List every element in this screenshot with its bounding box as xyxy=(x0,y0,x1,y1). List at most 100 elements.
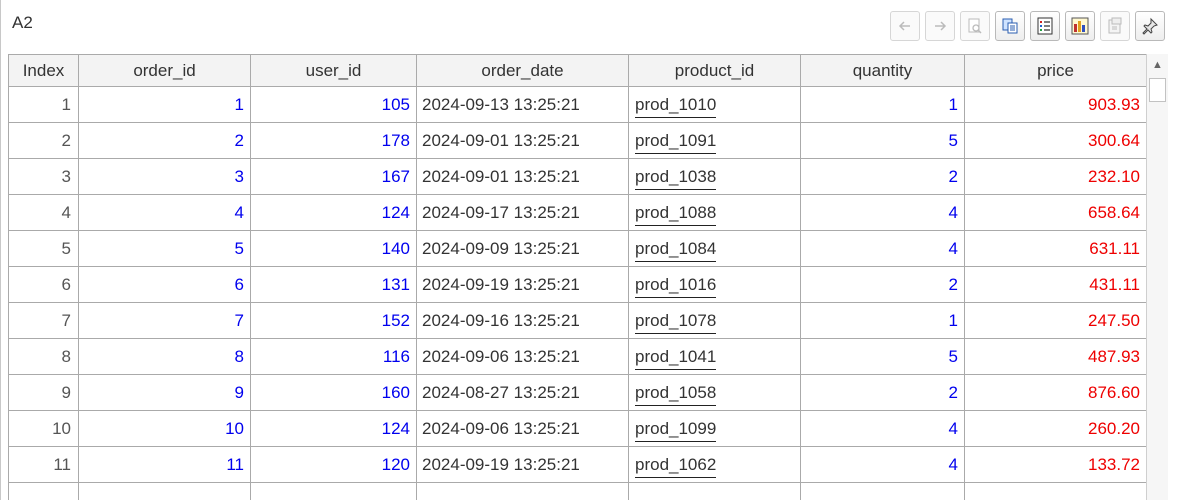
table-row[interactable] xyxy=(8,482,1146,500)
cell-order-date[interactable]: 2024-09-16 13:25:21 xyxy=(416,302,629,339)
cell-user-id[interactable]: 140 xyxy=(250,230,417,267)
table-row[interactable]: 4 4 124 2024-09-17 13:25:21 prod_1088 4 658.64 xyxy=(8,194,1146,231)
cell-product-id[interactable]: prod_1058 xyxy=(628,374,801,411)
table-row[interactable]: 9 9 160 2024-08-27 13:25:21 prod_1058 2 876.60 xyxy=(8,374,1146,411)
cell-order-date[interactable]: 2024-09-01 13:25:21 xyxy=(416,122,629,159)
cell-index[interactable]: 9 xyxy=(8,374,79,411)
scroll-up-icon[interactable]: ▲ xyxy=(1147,54,1168,76)
product-link[interactable]: prod_1084 xyxy=(635,238,717,262)
table-row[interactable]: 8 8 116 2024-09-06 13:25:21 prod_1041 5 487.93 xyxy=(8,338,1146,375)
cell-order-id[interactable]: 4 xyxy=(78,194,251,231)
product-link[interactable]: prod_1099 xyxy=(635,418,717,442)
cell-order-date[interactable]: 2024-09-13 13:25:21 xyxy=(416,86,629,123)
cell-order-id[interactable]: 8 xyxy=(78,338,251,375)
product-link[interactable]: prod_1062 xyxy=(635,454,717,478)
cell-order-date[interactable]: 2024-09-17 13:25:21 xyxy=(416,194,629,231)
product-link[interactable]: prod_1016 xyxy=(635,274,717,298)
cell-product-id[interactable]: prod_1010 xyxy=(628,86,801,123)
cell-product-id[interactable]: prod_1038 xyxy=(628,158,801,195)
cell-price[interactable]: 232.10 xyxy=(964,158,1146,195)
table-row[interactable]: 5 5 140 2024-09-09 13:25:21 prod_1084 4 631.11 xyxy=(8,230,1146,267)
cell-quantity[interactable]: 4 xyxy=(800,410,965,447)
cell-price[interactable]: 487.93 xyxy=(964,338,1146,375)
cell-order-date[interactable]: 2024-09-06 13:25:21 xyxy=(416,338,629,375)
chart-button[interactable] xyxy=(1065,11,1095,41)
forward-button[interactable] xyxy=(925,11,955,41)
table-row[interactable]: 10 10 124 2024-09-06 13:25:21 prod_1099 4 260.… xyxy=(8,410,1146,447)
cell-order-id[interactable]: 10 xyxy=(78,410,251,447)
zoom-button[interactable] xyxy=(960,11,990,41)
cell-user-id[interactable]: 178 xyxy=(250,122,417,159)
cell-product-id[interactable]: prod_1091 xyxy=(628,122,801,159)
table-row[interactable]: 3 3 167 2024-09-01 13:25:21 prod_1038 2 232.10 xyxy=(8,158,1146,195)
cell-order-date[interactable]: 2024-08-27 13:25:21 xyxy=(416,374,629,411)
cell-order-id[interactable]: 3 xyxy=(78,158,251,195)
export-button[interactable] xyxy=(1100,11,1130,41)
column-header-index[interactable]: Index xyxy=(8,54,79,87)
cell-user-id[interactable]: 120 xyxy=(250,446,417,483)
cell-price[interactable]: 247.50 xyxy=(964,302,1146,339)
cell-product-id[interactable]: prod_1016 xyxy=(628,266,801,303)
cell-quantity[interactable]: 4 xyxy=(800,446,965,483)
cell-price[interactable]: 631.11 xyxy=(964,230,1146,267)
cell-index[interactable]: 7 xyxy=(8,302,79,339)
cell-order-id[interactable]: 7 xyxy=(78,302,251,339)
cell-quantity[interactable]: 2 xyxy=(800,374,965,411)
table-row[interactable]: 6 6 131 2024-09-19 13:25:21 prod_1016 2 431.11 xyxy=(8,266,1146,303)
cell-product-id[interactable]: prod_1078 xyxy=(628,302,801,339)
cell-order-id[interactable] xyxy=(78,482,251,500)
column-header-user-id[interactable]: user_id xyxy=(250,54,417,87)
cell-product-id[interactable] xyxy=(628,482,801,500)
cell-index[interactable]: 4 xyxy=(8,194,79,231)
cell-index[interactable]: 10 xyxy=(8,410,79,447)
copy-button[interactable] xyxy=(995,11,1025,41)
product-link[interactable]: prod_1088 xyxy=(635,202,717,226)
product-link[interactable]: prod_1058 xyxy=(635,382,717,406)
cell-order-date[interactable] xyxy=(416,482,629,500)
cell-price[interactable]: 260.20 xyxy=(964,410,1146,447)
cell-index[interactable] xyxy=(8,482,79,500)
table-row[interactable]: 11 11 120 2024-09-19 13:25:21 prod_1062 4 133.… xyxy=(8,446,1146,483)
cell-quantity[interactable]: 1 xyxy=(800,86,965,123)
cell-quantity[interactable]: 4 xyxy=(800,230,965,267)
product-link[interactable]: prod_1091 xyxy=(635,130,717,154)
cell-product-id[interactable]: prod_1041 xyxy=(628,338,801,375)
cell-order-date[interactable]: 2024-09-09 13:25:21 xyxy=(416,230,629,267)
vertical-scrollbar[interactable]: ▲ xyxy=(1146,54,1168,500)
pin-button[interactable] xyxy=(1135,11,1165,41)
table-row[interactable]: 2 2 178 2024-09-01 13:25:21 prod_1091 5 300.64 xyxy=(8,122,1146,159)
cell-user-id[interactable]: 131 xyxy=(250,266,417,303)
cell-quantity[interactable] xyxy=(800,482,965,500)
cell-user-id[interactable]: 160 xyxy=(250,374,417,411)
cell-index[interactable]: 8 xyxy=(8,338,79,375)
cell-user-id[interactable]: 167 xyxy=(250,158,417,195)
cell-price[interactable] xyxy=(964,482,1146,500)
cell-quantity[interactable]: 5 xyxy=(800,338,965,375)
cell-index[interactable]: 11 xyxy=(8,446,79,483)
product-link[interactable]: prod_1038 xyxy=(635,166,717,190)
column-header-price[interactable]: price xyxy=(964,54,1146,87)
column-header-quantity[interactable]: quantity xyxy=(800,54,965,87)
cell-product-id[interactable]: prod_1088 xyxy=(628,194,801,231)
product-link[interactable]: prod_1078 xyxy=(635,310,717,334)
cell-index[interactable]: 6 xyxy=(8,266,79,303)
cell-user-id[interactable]: 124 xyxy=(250,410,417,447)
cell-user-id[interactable]: 124 xyxy=(250,194,417,231)
cell-price[interactable]: 903.93 xyxy=(964,86,1146,123)
cell-order-id[interactable]: 2 xyxy=(78,122,251,159)
product-link[interactable]: prod_1010 xyxy=(635,94,717,118)
cell-price[interactable]: 431.11 xyxy=(964,266,1146,303)
cell-product-id[interactable]: prod_1099 xyxy=(628,410,801,447)
cell-user-id[interactable] xyxy=(250,482,417,500)
cell-price[interactable]: 658.64 xyxy=(964,194,1146,231)
scroll-thumb[interactable] xyxy=(1149,78,1166,102)
back-button[interactable] xyxy=(890,11,920,41)
cell-order-id[interactable]: 9 xyxy=(78,374,251,411)
cell-order-id[interactable]: 5 xyxy=(78,230,251,267)
cell-product-id[interactable]: prod_1062 xyxy=(628,446,801,483)
cell-user-id[interactable]: 116 xyxy=(250,338,417,375)
cell-price[interactable]: 876.60 xyxy=(964,374,1146,411)
cell-user-id[interactable]: 105 xyxy=(250,86,417,123)
product-link[interactable]: prod_1041 xyxy=(635,346,717,370)
cell-price[interactable]: 300.64 xyxy=(964,122,1146,159)
